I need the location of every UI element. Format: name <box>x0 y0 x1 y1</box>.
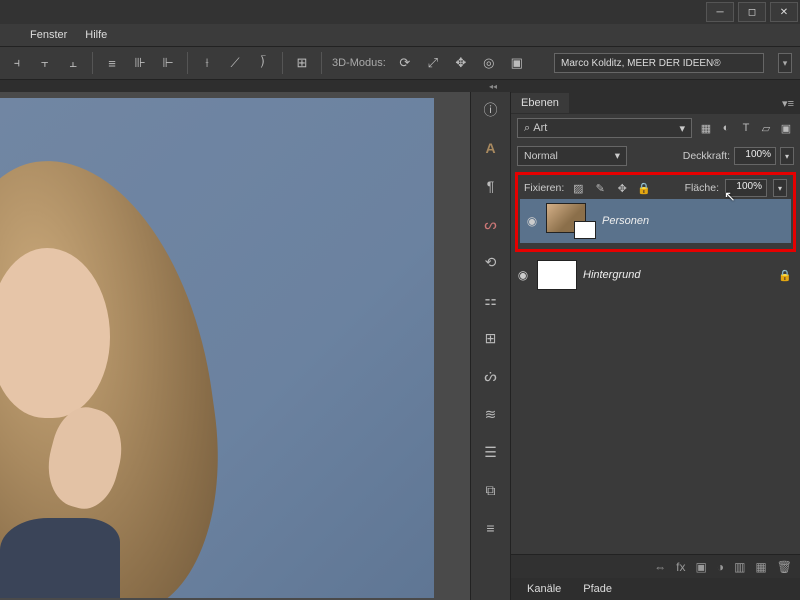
menu-hilfe[interactable]: Hilfe <box>85 29 107 41</box>
actions-icon[interactable]: ᔖ <box>479 364 503 388</box>
history-icon[interactable]: ⟲ <box>479 250 503 274</box>
lock-icon: 🔒 <box>778 269 796 282</box>
workspace-dropdown-icon[interactable]: ▾ <box>778 53 792 73</box>
tab-strip: ◂◂ <box>0 80 800 92</box>
filter-type-icon[interactable]: T <box>738 122 754 135</box>
search-icon: ⌕ <box>524 122 530 135</box>
blend-mode-select[interactable]: Normal▾ <box>517 146 627 166</box>
separator <box>92 52 93 74</box>
space-icon-3[interactable]: ⟌ <box>254 54 272 72</box>
layers-strip-icon[interactable]: ☰ <box>479 440 503 464</box>
align-icon-1[interactable]: ⫞ <box>8 54 26 72</box>
highlighted-region: Fixieren: ▨ ✎ ✥ 🔒 Fläche: 100% ▾ ◉ Perso… <box>515 172 796 252</box>
layers-footer: ⇔ fx ▣ ◑ ▥ ▦ 🗑 <box>511 554 800 578</box>
lock-label: Fixieren: <box>524 182 564 194</box>
layers-empty-area <box>511 294 800 554</box>
fill-label: Fläche: <box>685 182 719 194</box>
space-icon-1[interactable]: ⟊ <box>198 54 216 72</box>
filter-adjust-icon[interactable]: ◐ <box>718 122 734 135</box>
align-icon-2[interactable]: ⫟ <box>36 54 54 72</box>
tab-pfade[interactable]: Pfade <box>573 580 622 598</box>
mode-3d-label: 3D-Modus: <box>332 57 386 69</box>
separator <box>282 52 283 74</box>
3d-icon-1[interactable]: ⟳ <box>396 54 414 72</box>
canvas-area <box>0 92 470 600</box>
collapsed-panel-strip: ⓘ A ¶ ᔕ ⟲ ⚏ ⊞ ᔖ ≋ ☰ ⧉ ≡ <box>470 92 510 600</box>
collapse-handle[interactable]: ◂◂ <box>486 80 500 92</box>
paragraph-icon[interactable]: ¶ <box>479 174 503 198</box>
lock-all-icon[interactable]: 🔒 <box>636 180 652 196</box>
visibility-toggle-icon[interactable]: ◉ <box>524 214 540 228</box>
filter-kind-select[interactable]: ⌕ Art ▾ <box>517 118 692 138</box>
fx-icon[interactable]: fx <box>676 560 685 574</box>
fill-dropdown-icon[interactable]: ▾ <box>773 179 787 197</box>
swatches-icon[interactable]: ⚏ <box>479 288 503 312</box>
separator <box>187 52 188 74</box>
3d-icon-4[interactable]: ◎ <box>480 54 498 72</box>
tab-ebenen[interactable]: Ebenen <box>511 93 569 113</box>
3d-icon-5[interactable]: ▣ <box>508 54 526 72</box>
visibility-toggle-icon[interactable]: ◉ <box>515 268 531 282</box>
document-canvas[interactable] <box>0 98 434 598</box>
filter-smart-icon[interactable]: ▣ <box>778 122 794 135</box>
group-icon[interactable]: ▥ <box>734 560 745 574</box>
opacity-field[interactable]: 100% <box>734 147 776 165</box>
color-icon[interactable]: ⊞ <box>479 326 503 350</box>
menu-fenster[interactable]: Fenster <box>30 29 67 41</box>
auto-icon[interactable]: ⊞ <box>293 54 311 72</box>
character-icon[interactable]: A <box>479 136 503 160</box>
maximize-button[interactable]: ◻ <box>738 2 766 22</box>
dist-icon-3[interactable]: ⊩ <box>159 54 177 72</box>
workspace-select[interactable]: Marco Kolditz, MEER DER IDEEN® <box>554 53 764 73</box>
close-button[interactable]: ✕ <box>770 2 798 22</box>
lock-position-icon[interactable]: ✥ <box>614 180 630 196</box>
layers-panel: Ebenen ▾≡ ⌕ Art ▾ ▦ ◐ T ▱ ▣ Normal▾ Deck… <box>510 92 800 600</box>
info-icon[interactable]: ⓘ <box>479 98 503 122</box>
filter-pixel-icon[interactable]: ▦ <box>698 122 714 135</box>
image-content <box>0 518 120 598</box>
fill-field[interactable]: 100% <box>725 179 767 197</box>
brush-preset-icon[interactable]: ᔕ <box>479 212 503 236</box>
opacity-label: Deckkraft: <box>683 150 730 162</box>
lock-transparency-icon[interactable]: ▨ <box>570 180 586 196</box>
new-layer-icon[interactable]: ▦ <box>755 560 766 574</box>
clone-icon[interactable]: ⧉ <box>479 478 503 502</box>
lock-pixels-icon[interactable]: ✎ <box>592 180 608 196</box>
layer-row-personen[interactable]: ◉ Personen <box>520 199 791 243</box>
layer-row-hintergrund[interactable]: ◉ Hintergrund 🔒 <box>511 256 800 294</box>
filter-shape-icon[interactable]: ▱ <box>758 122 774 135</box>
layer-thumbnail[interactable] <box>537 260 577 290</box>
adjustment-layer-icon[interactable]: ◑ <box>717 560 724 574</box>
tab-kanaele[interactable]: Kanäle <box>517 580 571 598</box>
mask-icon[interactable]: ▣ <box>695 560 706 574</box>
minimize-button[interactable]: ─ <box>706 2 734 22</box>
space-icon-2[interactable]: ⟋ <box>226 54 244 72</box>
separator <box>321 52 322 74</box>
adjustments-icon[interactable]: ≡ <box>479 516 503 540</box>
link-layers-icon[interactable]: ⇔ <box>654 560 666 574</box>
titlebar: ─ ◻ ✕ <box>0 0 800 24</box>
panel-menu-icon[interactable]: ▾≡ <box>776 97 800 110</box>
3d-icon-2[interactable]: ⤢ <box>424 54 442 72</box>
dist-icon-2[interactable]: ⊪ <box>131 54 149 72</box>
dist-icon-1[interactable]: ≡ <box>103 54 121 72</box>
menubar: Fenster Hilfe <box>0 24 800 46</box>
layer-name-label[interactable]: Hintergrund <box>583 269 640 281</box>
align-icon-3[interactable]: ⫠ <box>64 54 82 72</box>
opacity-dropdown-icon[interactable]: ▾ <box>780 147 794 165</box>
brush-icon[interactable]: ≋ <box>479 402 503 426</box>
layer-name-label[interactable]: Personen <box>602 215 649 227</box>
layer-mask-thumbnail[interactable] <box>574 221 596 239</box>
options-bar: ⫞ ⫟ ⫠ ≡ ⊪ ⊩ ⟊ ⟋ ⟌ ⊞ 3D-Modus: ⟳ ⤢ ✥ ◎ ▣ … <box>0 46 800 80</box>
3d-icon-3[interactable]: ✥ <box>452 54 470 72</box>
trash-icon[interactable]: 🗑 <box>777 560 792 574</box>
